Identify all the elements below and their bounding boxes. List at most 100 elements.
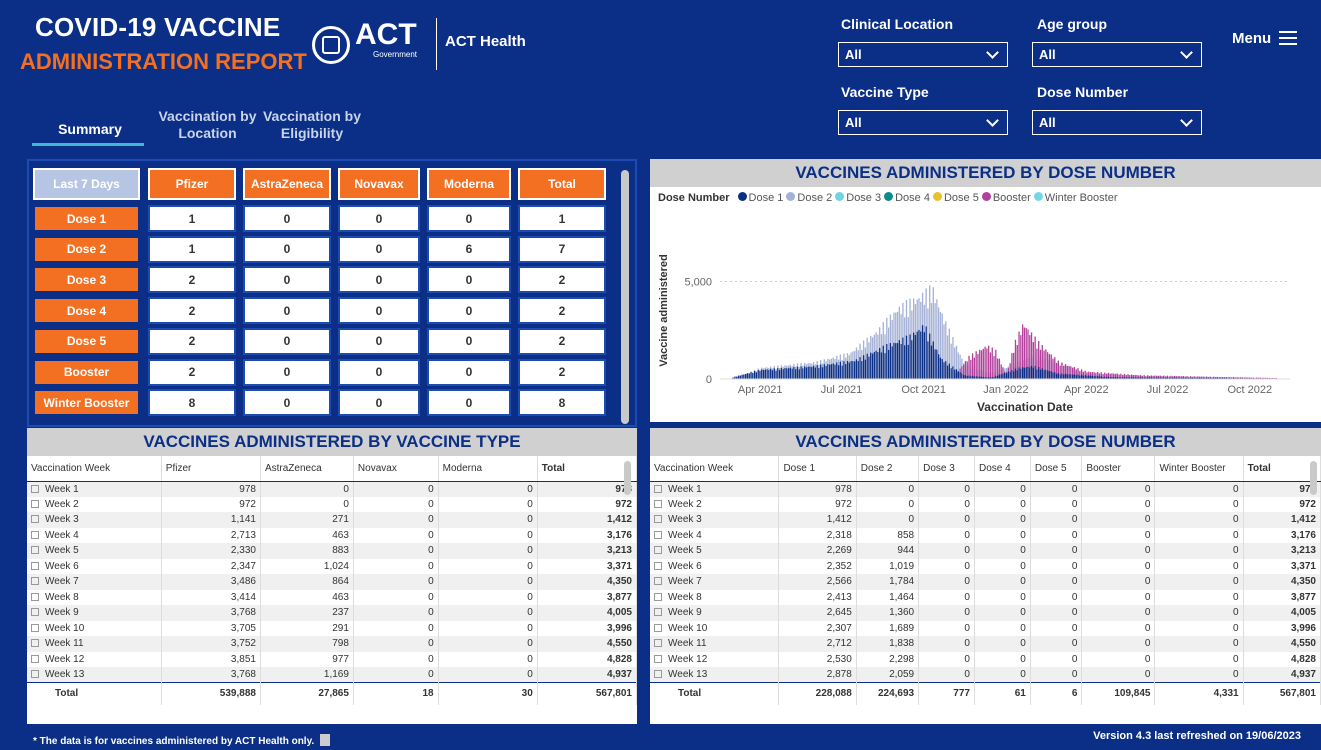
week-cell[interactable]: Week 13 <box>650 667 780 683</box>
expand-icon[interactable] <box>31 484 39 493</box>
expand-icon[interactable] <box>31 561 39 570</box>
week-cell[interactable]: Week 12 <box>27 651 162 667</box>
expand-icon[interactable] <box>654 515 662 524</box>
bar-dose-1 <box>848 362 850 379</box>
expand-icon[interactable] <box>654 561 662 570</box>
week-cell[interactable]: Week 11 <box>650 636 780 652</box>
expand-icon[interactable] <box>31 639 39 648</box>
bar-dose-1 <box>891 346 893 379</box>
menu-button[interactable]: Menu <box>1232 27 1298 49</box>
expand-icon[interactable] <box>654 623 662 632</box>
total-cell: 567,801 <box>537 682 638 705</box>
expand-icon[interactable] <box>31 577 39 586</box>
age-group-dropdown[interactable]: All <box>1032 42 1202 67</box>
column-header[interactable]: Novavax <box>353 456 439 482</box>
week-cell[interactable]: Week 1 <box>650 481 780 497</box>
week-cell[interactable]: Week 12 <box>650 651 780 667</box>
expand-icon[interactable] <box>654 577 662 586</box>
column-header[interactable]: Vaccination Week <box>27 456 162 482</box>
column-header[interactable]: Total <box>1243 456 1321 482</box>
column-header[interactable]: Dose 3 <box>918 456 975 482</box>
week-cell[interactable]: Week 8 <box>650 589 780 605</box>
expand-icon[interactable] <box>654 546 662 555</box>
tab-vaccination-by-eligibility[interactable]: Vaccination by Eligibility <box>252 108 372 142</box>
expand-icon[interactable] <box>31 623 39 632</box>
bar-dose-1 <box>773 368 775 379</box>
bar-dose-1 <box>850 361 852 379</box>
bar-dose-1 <box>828 364 831 379</box>
dose-number-table-panel: VACCINES ADMINISTERED BY DOSE NUMBER Vac… <box>650 428 1321 724</box>
tab-vaccination-by-location[interactable]: Vaccination by Location <box>150 108 265 142</box>
column-header[interactable]: Dose 1 <box>778 456 857 482</box>
value-cell: 0 <box>1154 496 1244 512</box>
expand-icon[interactable] <box>654 592 662 601</box>
week-cell[interactable]: Week 10 <box>650 620 780 636</box>
header-divider <box>436 18 437 70</box>
bar-dose-1 <box>1072 374 1074 379</box>
x-tick-label: Oct 2021 <box>901 384 946 396</box>
week-cell[interactable]: Week 2 <box>650 496 780 512</box>
week-cell[interactable]: Week 13 <box>27 667 162 683</box>
week-cell[interactable]: Week 11 <box>27 636 162 652</box>
expand-icon[interactable] <box>654 530 662 539</box>
column-header[interactable]: Vaccination Week <box>650 456 780 482</box>
column-header[interactable]: Winter Booster <box>1154 456 1244 482</box>
expand-icon[interactable] <box>31 654 39 663</box>
expand-icon[interactable] <box>31 670 39 678</box>
value-cell: 0 <box>1081 589 1156 605</box>
week-cell[interactable]: Week 9 <box>650 605 780 621</box>
column-header[interactable]: Dose 2 <box>856 456 920 482</box>
week-cell[interactable]: Week 4 <box>27 527 162 543</box>
week-cell[interactable]: Week 8 <box>27 589 162 605</box>
table-row: Week 12 2,530 2,298 0 0 0 0 0 4,828 <box>650 651 1321 667</box>
week-cell[interactable]: Week 9 <box>27 605 162 621</box>
week-cell[interactable]: Week 7 <box>27 574 162 590</box>
expand-icon[interactable] <box>654 499 662 508</box>
column-header[interactable]: Moderna <box>438 456 538 482</box>
vaccine-type-dropdown[interactable]: All <box>838 110 1008 135</box>
dose-table-scrollbar[interactable] <box>1310 461 1317 495</box>
expand-icon[interactable] <box>654 670 662 678</box>
week-cell[interactable]: Week 6 <box>650 558 780 574</box>
value-cell: 0 <box>438 636 538 652</box>
expand-icon[interactable] <box>31 530 39 539</box>
vaccine-table-scrollbar[interactable] <box>624 461 631 495</box>
week-cell[interactable]: Week 5 <box>650 543 780 559</box>
value-cell: 1,412 <box>1243 512 1321 528</box>
value-cell: 972 <box>537 496 638 512</box>
expand-icon[interactable] <box>31 499 39 508</box>
week-cell[interactable]: Week 5 <box>27 543 162 559</box>
column-header[interactable]: Booster <box>1081 456 1156 482</box>
column-header[interactable]: AstraZeneca <box>260 456 354 482</box>
week-cell[interactable]: Week 7 <box>650 574 780 590</box>
tab-summary[interactable]: Summary <box>40 121 140 138</box>
bar-dose-1 <box>1013 371 1015 379</box>
week-cell[interactable]: Week 2 <box>27 496 162 512</box>
column-header[interactable]: Dose 5 <box>1030 456 1083 482</box>
expand-icon[interactable] <box>31 608 39 617</box>
expand-icon[interactable] <box>654 639 662 648</box>
week-cell[interactable]: Week 4 <box>650 527 780 543</box>
column-header[interactable]: Pfizer <box>161 456 261 482</box>
bar-dose-1 <box>796 366 799 379</box>
week-cell[interactable]: Week 1 <box>27 481 162 497</box>
expand-icon[interactable] <box>31 592 39 601</box>
week-cell[interactable]: Week 3 <box>650 512 780 528</box>
dose-number-dropdown[interactable]: All <box>1032 110 1202 135</box>
clinical-location-dropdown[interactable]: All <box>838 42 1008 67</box>
week-cell[interactable]: Week 10 <box>27 620 162 636</box>
summary-scrollbar[interactable] <box>621 170 629 424</box>
expand-icon[interactable] <box>31 546 39 555</box>
bar-dose-1 <box>882 345 884 379</box>
expand-icon[interactable] <box>654 608 662 617</box>
column-header[interactable]: Dose 4 <box>974 456 1031 482</box>
value-cell: 4,828 <box>1243 651 1321 667</box>
column-header[interactable]: Total <box>537 456 638 482</box>
expand-icon[interactable] <box>31 515 39 524</box>
summary-cell: 0 <box>338 266 420 294</box>
expand-icon[interactable] <box>654 654 662 663</box>
table-row: Week 1978000978 <box>27 481 638 497</box>
week-cell[interactable]: Week 3 <box>27 512 162 528</box>
expand-icon[interactable] <box>654 484 662 493</box>
week-cell[interactable]: Week 6 <box>27 558 162 574</box>
